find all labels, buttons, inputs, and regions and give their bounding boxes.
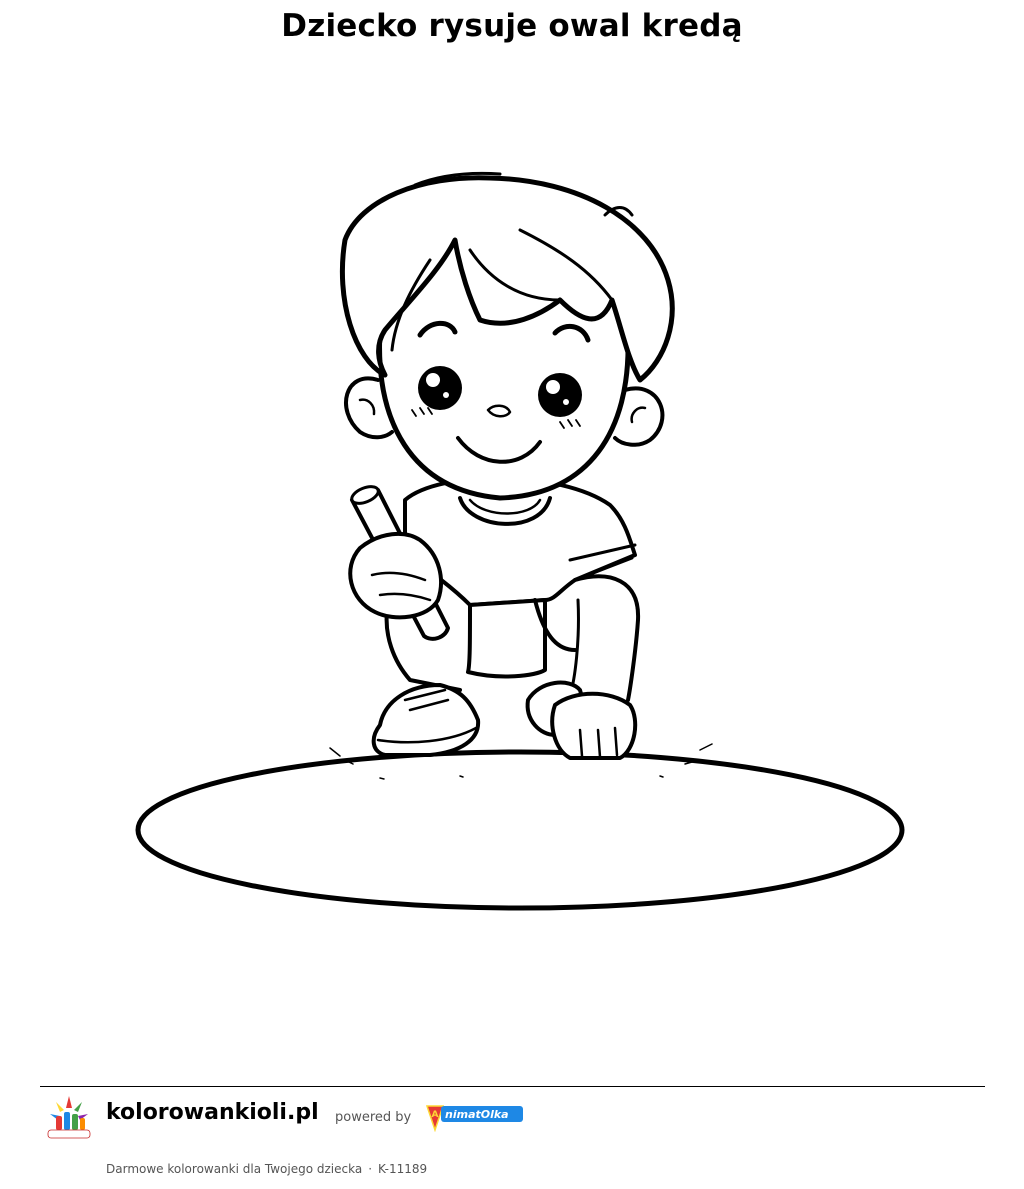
- site-name[interactable]: kolorowankioli.pl: [106, 1100, 319, 1125]
- animatolka-logo-icon[interactable]: A nimatOlka: [425, 1100, 525, 1132]
- left-hand: [348, 531, 443, 620]
- right-eye: [538, 373, 582, 417]
- shorts: [466, 598, 548, 679]
- site-logo-icon[interactable]: [46, 1094, 92, 1142]
- footer-tagline: Darmowe kolorowanki dla Twojego dziecka: [106, 1162, 363, 1176]
- page-title: Dziecko rysuje owal kredą: [281, 8, 743, 44]
- powered-by-label: powered by: [335, 1110, 412, 1125]
- footer-separator: ·: [368, 1162, 373, 1176]
- face: [377, 327, 631, 501]
- coloring-illustration: [135, 171, 905, 911]
- svg-text:nimatOlka: nimatOlka: [445, 1108, 509, 1121]
- footer-divider: [40, 1086, 985, 1087]
- left-eye: [418, 366, 462, 410]
- right-hand: [550, 691, 638, 760]
- page-code: K-11189: [378, 1162, 428, 1176]
- svg-text:A: A: [432, 1110, 439, 1120]
- chalk-oval: [135, 749, 905, 911]
- footer-tagline-row: Darmowe kolorowanki dla Twojego dziecka ·…: [106, 1162, 427, 1176]
